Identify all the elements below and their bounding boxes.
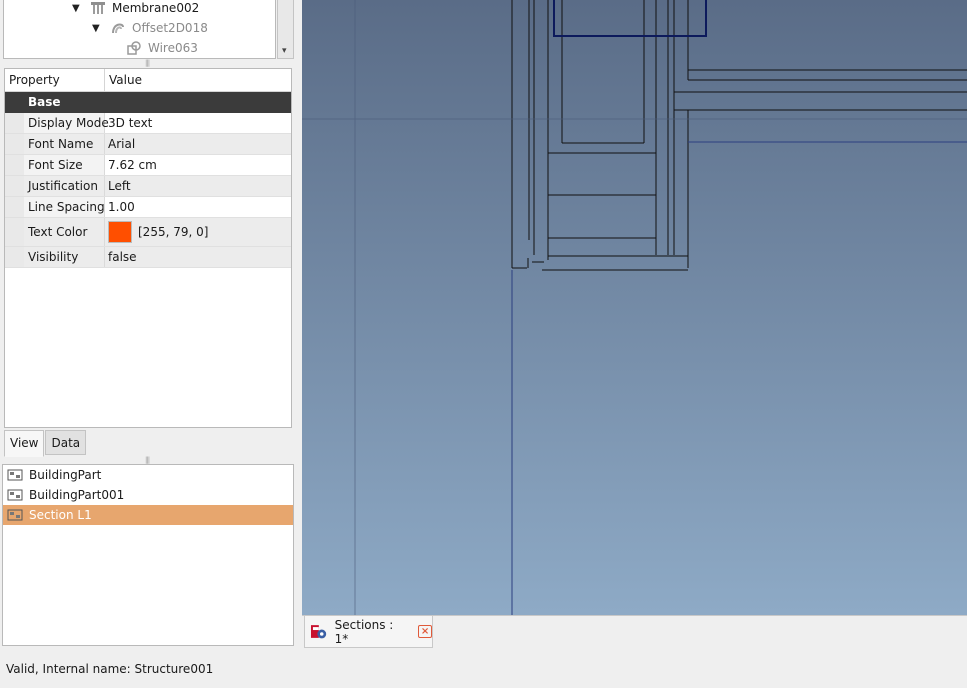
color-swatch[interactable]	[108, 221, 132, 243]
property-group-base[interactable]: Base	[5, 92, 291, 113]
freecad-document-icon	[310, 624, 327, 638]
property-row-font-name[interactable]: Font Name Arial	[5, 134, 291, 155]
property-name: Visibility	[24, 247, 105, 267]
property-editor: Property Value Base Display Mode 3D text…	[4, 68, 292, 428]
scroll-down-icon[interactable]: ▾	[282, 46, 287, 56]
property-column-header[interactable]: Property	[5, 69, 105, 91]
tree-item-label: Wire063	[148, 41, 198, 55]
property-row-font-size[interactable]: Font Size 7.62 cm	[5, 155, 291, 176]
left-panel: ▼ Membrane002 ▼ Offset2D018 Wire063 ▾ ||…	[0, 0, 302, 648]
expand-arrow-icon[interactable]: ▼	[92, 23, 104, 34]
property-header: Property Value	[5, 69, 291, 92]
splitter-handle[interactable]: |||	[145, 60, 153, 67]
offset2d-icon	[112, 23, 124, 34]
property-name: Justification	[24, 176, 105, 196]
tab-sections-document[interactable]: Sections : 1* ×	[304, 616, 433, 648]
status-bar: Valid, Internal name: Structure001	[0, 648, 967, 688]
list-item-selected[interactable]: Section L1	[3, 505, 293, 525]
list-item[interactable]: BuildingPart	[3, 465, 293, 485]
property-value[interactable]: Arial	[105, 134, 291, 154]
property-row-line-spacing[interactable]: Line Spacing 1.00	[5, 197, 291, 218]
property-value[interactable]: Left	[105, 176, 291, 196]
selection-view: BuildingPart BuildingPart001 Section L1	[2, 464, 294, 646]
3d-viewport[interactable]	[302, 0, 967, 615]
splitter-handle[interactable]: |||	[145, 457, 153, 464]
tab-data[interactable]: Data	[45, 430, 87, 455]
property-name: Text Color	[24, 218, 105, 246]
status-text: Valid, Internal name: Structure001	[6, 662, 214, 676]
document-tab-bar: Sections : 1* ×	[302, 615, 967, 648]
property-value[interactable]: 1.00	[105, 197, 291, 217]
expand-arrow-icon[interactable]: ▼	[72, 3, 84, 14]
color-value: [255, 79, 0]	[138, 225, 209, 239]
building-part-icon	[7, 469, 23, 481]
section-drawing	[302, 0, 967, 615]
property-value[interactable]: [255, 79, 0]	[105, 218, 291, 246]
list-item-label: BuildingPart	[29, 468, 102, 482]
property-tabs: View Data	[4, 430, 87, 457]
property-name: Font Size	[24, 155, 105, 175]
property-row-text-color[interactable]: Text Color [255, 79, 0]	[5, 218, 291, 247]
tree-item-membrane[interactable]: ▼ Membrane002	[72, 0, 199, 18]
building-part-icon	[7, 489, 23, 501]
property-row-visibility[interactable]: Visibility false	[5, 247, 291, 268]
value-column-header[interactable]: Value	[105, 69, 146, 91]
property-value[interactable]: 3D text	[105, 113, 291, 133]
property-row-justification[interactable]: Justification Left	[5, 176, 291, 197]
tree-item-wire[interactable]: Wire063	[126, 38, 198, 58]
list-item[interactable]: BuildingPart001	[3, 485, 293, 505]
wire-icon	[127, 41, 141, 55]
property-name: Line Spacing	[24, 197, 105, 217]
tree-item-label: Membrane002	[112, 1, 200, 15]
model-tree[interactable]: ▼ Membrane002 ▼ Offset2D018 Wire063	[3, 0, 276, 59]
membrane-icon	[91, 2, 105, 14]
property-row-display-mode[interactable]: Display Mode 3D text	[5, 113, 291, 134]
property-value[interactable]: false	[105, 247, 291, 267]
close-icon[interactable]: ×	[418, 625, 432, 638]
tree-scrollbar[interactable]: ▾	[277, 0, 294, 59]
list-item-label: BuildingPart001	[29, 488, 125, 502]
list-item-label: Section L1	[29, 508, 92, 522]
document-tab-label: Sections : 1*	[334, 617, 394, 646]
property-name: Display Mode	[24, 113, 109, 133]
property-value[interactable]: 7.62 cm	[105, 155, 291, 175]
tab-view[interactable]: View	[4, 430, 45, 457]
tree-item-offset2d[interactable]: ▼ Offset2D018	[92, 18, 208, 38]
building-part-icon	[7, 509, 23, 521]
property-name: Font Name	[24, 134, 105, 154]
tree-item-label: Offset2D018	[132, 21, 208, 35]
